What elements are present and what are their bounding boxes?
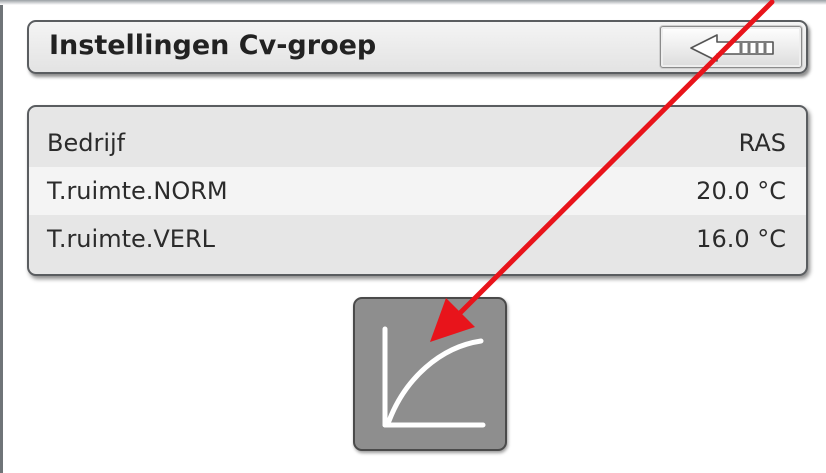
page-title: Instellingen Cv-groep	[49, 30, 377, 61]
setting-value: 20.0 °C	[696, 177, 786, 205]
heating-curve-icon	[382, 326, 486, 428]
setting-row-t-ruimte-norm[interactable]: T.ruimte.NORM 20.0 °C	[29, 167, 806, 215]
setting-label: T.ruimte.VERL	[47, 225, 215, 253]
setting-value: RAS	[738, 129, 786, 157]
heating-curve-button[interactable]	[353, 297, 507, 451]
window-left-edge	[0, 0, 3, 473]
window-top-edge	[0, 0, 826, 5]
header-bar: Instellingen Cv-groep	[27, 20, 808, 74]
setting-row-bedrijf[interactable]: Bedrijf RAS	[29, 119, 806, 167]
setting-row-t-ruimte-verl[interactable]: T.ruimte.VERL 16.0 °C	[29, 215, 806, 263]
setting-value: 16.0 °C	[696, 225, 786, 253]
back-arrow-icon	[690, 34, 774, 62]
back-button[interactable]	[660, 26, 802, 68]
setting-label: Bedrijf	[47, 129, 126, 157]
settings-panel: Bedrijf RAS T.ruimte.NORM 20.0 °C T.ruim…	[27, 105, 808, 276]
setting-label: T.ruimte.NORM	[47, 177, 228, 205]
